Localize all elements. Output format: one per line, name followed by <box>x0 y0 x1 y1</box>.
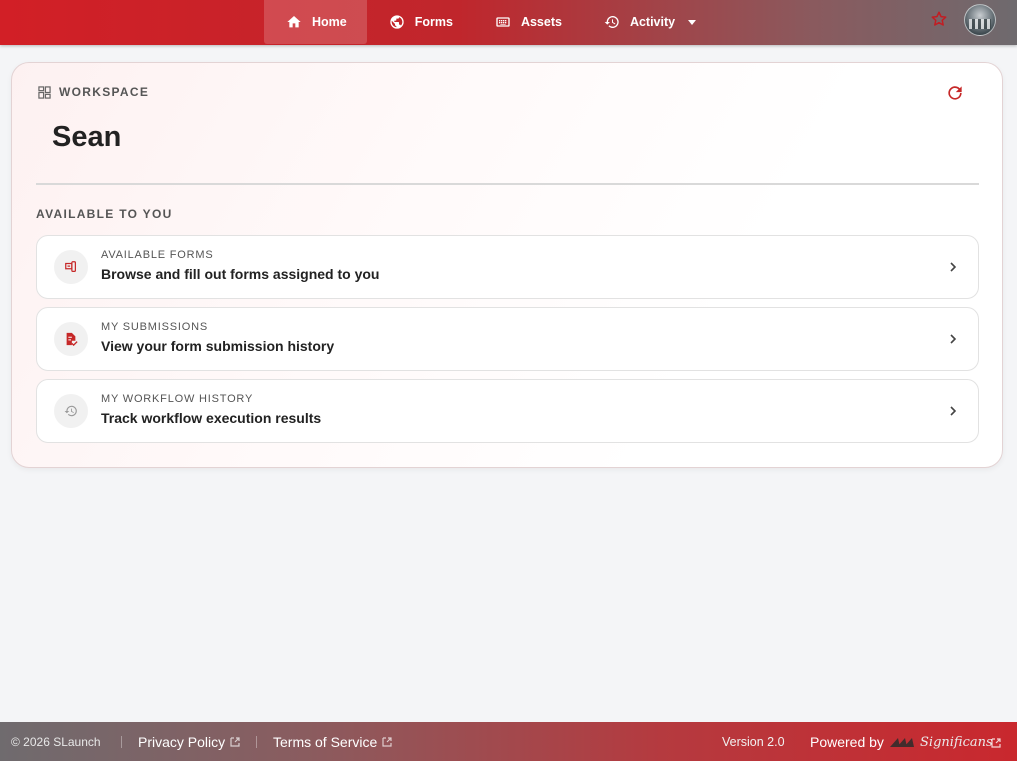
external-link-icon[interactable] <box>991 738 1001 748</box>
nav-item-assets[interactable]: Assets <box>473 0 582 44</box>
item-icon-wrap <box>54 394 88 428</box>
nav-item-label: Home <box>312 15 347 29</box>
divider <box>36 183 979 185</box>
nav-item-label: Assets <box>520 15 562 29</box>
star-icon[interactable] <box>930 10 948 28</box>
avatar[interactable] <box>964 4 996 36</box>
section-title: AVAILABLE TO YOU <box>36 207 173 221</box>
footer: © 2026 SLaunch Privacy Policy Terms of S… <box>0 722 1017 761</box>
chevron-right-icon <box>950 262 957 272</box>
globe-icon <box>390 15 404 29</box>
external-link-icon <box>382 737 392 747</box>
item-kicker: MY SUBMISSIONS <box>101 321 208 333</box>
keyboard-icon <box>496 17 510 27</box>
dashboard-icon <box>38 85 51 99</box>
external-link-icon <box>230 737 240 747</box>
privacy-policy-link[interactable]: Privacy Policy <box>138 734 240 750</box>
nav-item-label: Forms <box>414 15 453 29</box>
item-title: Browse and fill out forms assigned to yo… <box>101 266 380 282</box>
version-text: Version 2.0 <box>722 735 785 749</box>
nav-item-home[interactable]: Home <box>264 0 367 44</box>
caret-down-icon[interactable] <box>687 17 697 27</box>
privacy-policy-label: Privacy Policy <box>138 734 226 750</box>
workspace-card: WORKSPACE Sean AVAILABLE TO YOU AVAILABL… <box>11 62 1003 468</box>
item-title: View your form submission history <box>101 338 335 354</box>
item-kicker: MY WORKFLOW HISTORY <box>101 393 254 405</box>
brand-logo-text: Significans <box>920 734 993 750</box>
terms-of-service-link[interactable]: Terms of Service <box>273 734 392 750</box>
history-icon <box>604 15 619 28</box>
list-item-available-forms[interactable]: AVAILABLE FORMS Browse and fill out form… <box>36 235 979 299</box>
item-title: Track workflow execution results <box>101 410 322 426</box>
workspace-label-text: WORKSPACE <box>59 85 150 99</box>
brand-logo-link[interactable]: Significans <box>888 731 993 753</box>
refresh-icon[interactable] <box>945 83 965 103</box>
history-icon <box>64 405 77 417</box>
top-navigation-bar: Home Forms Assets Activity <box>0 0 1017 45</box>
item-icon-wrap <box>54 250 88 284</box>
form-icon <box>65 261 76 272</box>
user-name: Sean <box>52 121 122 153</box>
brand-logo-mark-icon <box>890 738 914 747</box>
powered-by-text: Powered by <box>810 734 884 750</box>
footer-separator <box>256 736 257 748</box>
document-check-icon <box>66 332 78 346</box>
item-icon-wrap <box>54 322 88 356</box>
terms-of-service-label: Terms of Service <box>273 734 378 750</box>
main-nav: Home Forms Assets Activity <box>264 0 717 44</box>
nav-item-label: Activity <box>629 15 676 29</box>
chevron-right-icon <box>950 406 957 416</box>
nav-item-forms[interactable]: Forms <box>367 0 473 44</box>
home-icon <box>287 16 301 28</box>
chevron-right-icon <box>950 334 957 344</box>
list-item-my-submissions[interactable]: MY SUBMISSIONS View your form submission… <box>36 307 979 371</box>
list-item-workflow-history[interactable]: MY WORKFLOW HISTORY Track workflow execu… <box>36 379 979 443</box>
footer-separator <box>121 736 122 748</box>
workspace-label: WORKSPACE <box>38 85 149 99</box>
nav-item-activity[interactable]: Activity <box>582 0 717 44</box>
item-kicker: AVAILABLE FORMS <box>101 249 214 261</box>
copyright: © 2026 SLaunch <box>11 735 101 749</box>
